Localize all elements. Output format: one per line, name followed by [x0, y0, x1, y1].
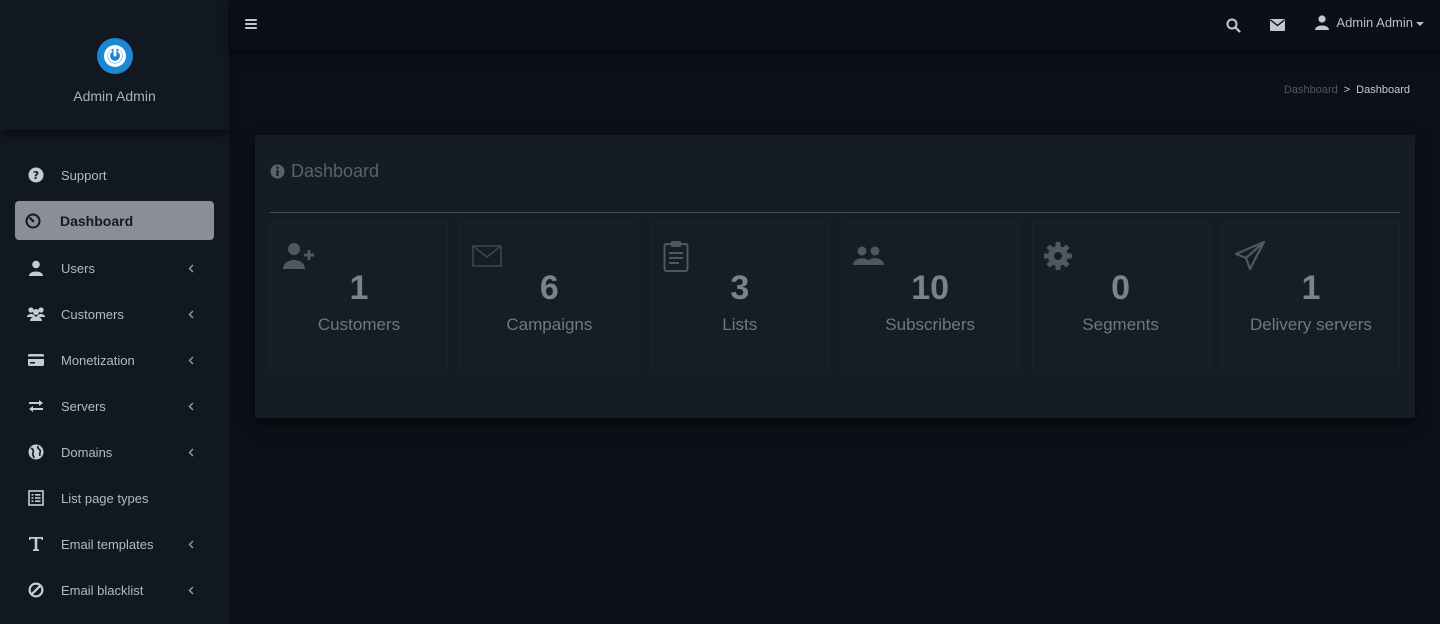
- stat-label: Subscribers: [885, 315, 976, 334]
- stat-value: 6: [539, 269, 559, 307]
- svg-text:?: ?: [33, 169, 39, 182]
- breadcrumb-link-dashboard[interactable]: Dashboard: [1284, 84, 1338, 96]
- stat-card-subscribers[interactable]: 10 Subscribers: [841, 223, 1020, 373]
- envelope-icon: [472, 241, 506, 271]
- sidebar-item-monetization[interactable]: Monetization: [15, 337, 214, 383]
- stat-label: Lists: [722, 315, 758, 334]
- sidebar-item-support[interactable]: ? Support: [15, 152, 214, 198]
- stat-label: Campaigns: [506, 315, 593, 334]
- stat-value: 1: [1301, 269, 1321, 307]
- sidebar: Admin Admin ? Support Dashboard Users Cu…: [0, 0, 230, 624]
- stat-value: 10: [911, 269, 950, 307]
- sidebar-item-list-page-types[interactable]: List page types: [15, 475, 214, 521]
- sidebar-item-label: Servers: [61, 398, 106, 414]
- sidebar-item-domains[interactable]: Domains: [15, 429, 214, 475]
- list-alt-icon: [27, 489, 45, 507]
- transfer-arrows-icon: [27, 397, 45, 415]
- text-t-icon: [27, 535, 45, 553]
- stat-label: Delivery servers: [1250, 315, 1372, 334]
- paper-plane-icon: [1234, 241, 1268, 271]
- stat-card-campaigns[interactable]: 6 Campaigns: [460, 223, 639, 373]
- stat-card-delivery-servers[interactable]: 1 Delivery servers: [1221, 223, 1400, 373]
- panel-header: Dashboard: [270, 161, 379, 182]
- stat-label: Customers: [317, 315, 401, 334]
- sidebar-item-customers[interactable]: Customers: [15, 291, 214, 337]
- envelope-icon[interactable]: [1269, 17, 1285, 33]
- sidebar-item-label: Users: [61, 260, 95, 276]
- topbar: Admin Admin: [231, 0, 1440, 50]
- cog-icon: [1043, 241, 1078, 271]
- stat-value: 1: [349, 269, 369, 307]
- sidebar-item-label: List page types: [61, 490, 149, 506]
- user-menu-dropdown[interactable]: Admin Admin: [1315, 15, 1424, 30]
- sidebar-item-label: Dashboard: [60, 212, 134, 229]
- users-group-icon: [27, 305, 45, 323]
- sidebar-item-servers[interactable]: Servers: [15, 383, 214, 429]
- users-icon: [853, 241, 887, 271]
- panel-title: Dashboard: [291, 161, 380, 181]
- dashboard-gauge-icon: [24, 212, 42, 230]
- sidebar-item-dashboard[interactable]: Dashboard: [15, 201, 214, 240]
- user-name: Admin Admin: [1336, 15, 1413, 30]
- dashboard-panel: Dashboard 1 Customers 6 Campaigns 3 List…: [255, 135, 1415, 418]
- ban-icon: [27, 581, 45, 599]
- globe-icon: [27, 443, 45, 461]
- sidebar-item-label: Email templates: [61, 536, 154, 552]
- stat-label: Segments: [1082, 315, 1159, 334]
- stats-row: 1 Customers 6 Campaigns 3 Lists 10 Subsc…: [270, 223, 1400, 373]
- user-icon: [27, 259, 45, 277]
- main-content: Dashboard > Dashboard Dashboard 1 Custom…: [231, 50, 1440, 624]
- info-circle-icon: [270, 164, 285, 179]
- breadcrumb-current: Dashboard: [1356, 84, 1410, 96]
- clipboard-icon: [663, 241, 697, 272]
- stat-card-lists[interactable]: 3 Lists: [650, 223, 829, 373]
- chevron-left-icon: [186, 447, 196, 457]
- chevron-left-icon: [186, 585, 196, 595]
- chevron-left-icon: [186, 309, 196, 319]
- sidebar-menu: ? Support Dashboard Users Customers Mone…: [0, 152, 229, 613]
- search-icon[interactable]: [1225, 17, 1241, 33]
- chevron-left-icon: [186, 355, 196, 365]
- chevron-left-icon: [186, 263, 196, 273]
- credit-card-icon: [27, 351, 45, 369]
- sidebar-item-label: Monetization: [61, 352, 135, 368]
- chevron-left-icon: [186, 539, 196, 549]
- sidebar-item-label: Email blacklist: [61, 582, 144, 598]
- stat-card-customers[interactable]: 1 Customers: [270, 223, 448, 373]
- sidebar-item-label: Support: [61, 167, 107, 183]
- breadcrumb-separator: >: [1343, 84, 1351, 96]
- user-icon: [1315, 15, 1330, 30]
- caret-down-icon: [1416, 21, 1424, 26]
- sidebar-item-email-templates[interactable]: Email templates: [15, 521, 214, 567]
- stat-value: 3: [730, 269, 750, 307]
- sidebar-item-users[interactable]: Users: [15, 245, 214, 291]
- sidebar-item-label: Domains: [61, 444, 113, 460]
- breadcrumb: Dashboard > Dashboard: [1284, 84, 1410, 96]
- question-circle-icon: ?: [27, 166, 45, 184]
- stat-card-segments[interactable]: 0 Segments: [1031, 223, 1210, 373]
- chevron-left-icon: [186, 401, 196, 411]
- brand-name: Admin Admin: [73, 88, 156, 104]
- sidebar-item-label: Customers: [61, 306, 124, 322]
- hamburger-menu-icon[interactable]: [245, 18, 257, 30]
- stat-value: 0: [1111, 269, 1131, 307]
- sidebar-brand: Admin Admin: [0, 0, 229, 130]
- power-logo-icon[interactable]: [96, 38, 133, 74]
- sidebar-item-email-blacklist[interactable]: Email blacklist: [15, 567, 214, 613]
- panel-divider: [270, 212, 1400, 213]
- user-plus-icon: [282, 241, 316, 271]
